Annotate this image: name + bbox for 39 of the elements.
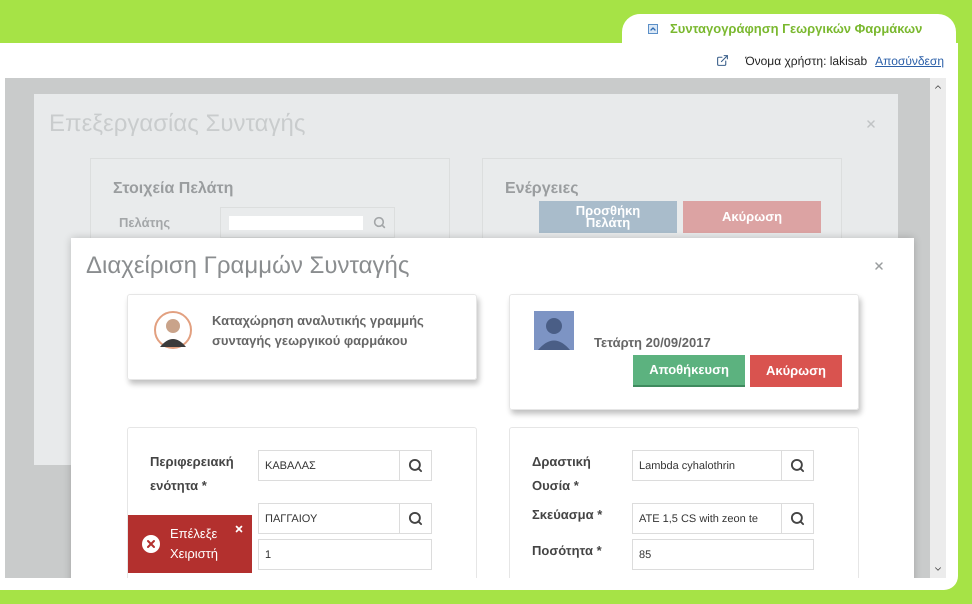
search-icon (408, 511, 423, 526)
customer-field[interactable] (220, 207, 396, 238)
field-label: Περιφερειακή ενότητα * (150, 454, 234, 493)
close-icon[interactable] (234, 524, 244, 534)
app-title: Συνταγογράφηση Γεωργικών Φαρμάκων (670, 20, 922, 38)
date-text: Τετάρτη 20/09/2017 (594, 334, 711, 352)
toast-message: Επέλεξε Χειριστή (170, 525, 220, 563)
avatar-icon (154, 311, 192, 349)
input-field[interactable]: 85 (632, 539, 814, 570)
search-icon (373, 216, 386, 229)
field-label: Σκεύασμα * (532, 506, 604, 524)
username-label: Όνομα χρήστη: lakisab (745, 52, 868, 70)
search-icon (790, 458, 805, 473)
input-field[interactable]: ΚΑΒΑΛΑΣ (258, 450, 400, 481)
user-silhouette-icon (534, 311, 574, 350)
field-label: Πελάτης (118, 214, 170, 232)
error-icon (142, 535, 160, 553)
scrollbar[interactable] (930, 78, 946, 578)
input-field[interactable]: ΠΑΓΓΑΙΟΥ (258, 503, 400, 534)
search-button[interactable] (782, 503, 814, 534)
close-icon[interactable] (873, 260, 885, 272)
logout-link[interactable]: Αποσύνδεση (875, 52, 944, 70)
action-button[interactable]: Ακύρωση (750, 355, 842, 387)
search-button[interactable] (782, 450, 814, 481)
input-field[interactable]: 1 (258, 539, 432, 570)
external-link-icon[interactable] (716, 54, 730, 67)
input-field[interactable]: ATE 1,5 CS with zeon te (632, 503, 782, 534)
dialog-title: Διαχείριση Γραμμών Συνταγής (86, 251, 410, 281)
search-icon (408, 458, 423, 473)
collapse-icon (648, 24, 658, 34)
search-button[interactable] (400, 503, 432, 534)
field-label: Ποσότητα * (532, 542, 603, 560)
field-label: Δραστική Ουσία * (532, 453, 592, 495)
input-field[interactable]: Lambda cyhalothrin (632, 450, 782, 481)
card-title: Στοιχεία Πελάτη (113, 179, 234, 199)
intro-text: Καταχώρηση αναλυτικής γραμμής συνταγής γεωργικού φαρμάκου (212, 312, 425, 350)
search-button[interactable] (400, 450, 432, 481)
search-icon (790, 511, 805, 526)
card-title: Ενέργειες (505, 179, 580, 199)
